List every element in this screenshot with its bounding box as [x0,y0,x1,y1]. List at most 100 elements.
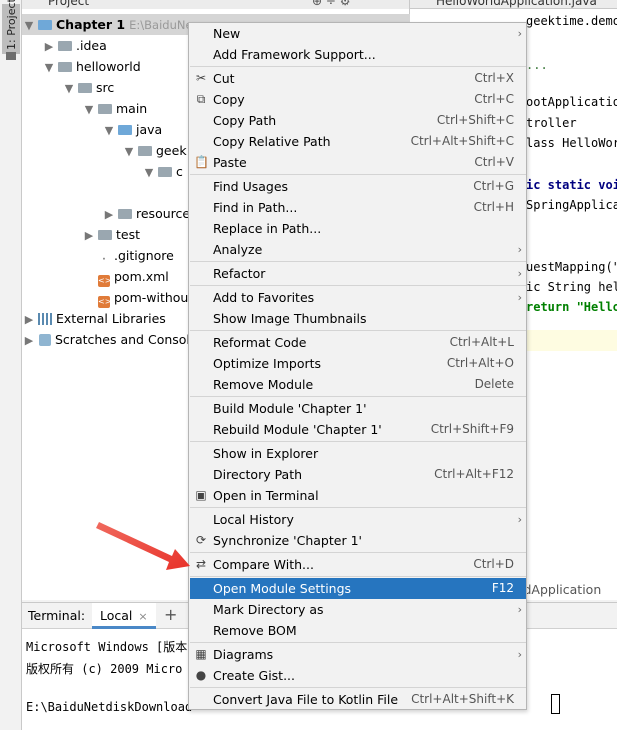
tree-item[interactable]: ▼ src [22,77,114,98]
menu-item-shortcut: Ctrl+C [474,92,514,106]
code-line[interactable]: ... [526,58,548,72]
code-line[interactable]: uestMapping(" [526,260,617,274]
editor-breadcrumb[interactable]: ldApplication [520,582,601,597]
folder-icon [158,167,172,177]
code-line[interactable]: ic String hel [526,280,617,294]
tree-item[interactable]: <> pom.xml [22,266,169,287]
gear-icon[interactable]: ⊕ ÷ ⚙ [312,0,351,8]
menu-item-label: Rebuild Module 'Chapter 1' [213,422,382,437]
menu-item-find-usages[interactable]: Find Usages Ctrl+G [190,176,526,197]
tree-item-label: pom.xml [114,269,169,284]
tree-item[interactable]: ▼ helloworld [22,56,141,77]
code-line[interactable]: troller [526,116,577,130]
menu-item-create-gist[interactable]: ● Create Gist... [190,665,526,686]
menu-item-open-module-settings[interactable]: Open Module Settings F12 [190,578,526,599]
menu-item-add-to-favorites[interactable]: Add to Favorites › [190,287,526,308]
chevron-down-icon[interactable]: ▼ [104,120,114,141]
menu-item-remove-bom[interactable]: Remove BOM [190,620,526,641]
current-line-highlight [522,330,617,351]
chevron-right-icon[interactable]: ▶ [24,330,34,351]
chevron-right-icon[interactable]: ▶ [44,36,54,57]
menu-item-show-in-explorer[interactable]: Show in Explorer [190,443,526,464]
menu-separator [190,441,526,442]
tree-item[interactable]: ▶ Scratches and Consol [22,329,190,350]
menu-item-rebuild-module-chapter-1[interactable]: Rebuild Module 'Chapter 1' Ctrl+Shift+F9 [190,419,526,440]
menu-item-cut[interactable]: ✂ Cut Ctrl+X [190,68,526,89]
tree-item[interactable]: ▼ java [22,119,162,140]
menu-item-optimize-imports[interactable]: Optimize Imports Ctrl+Alt+O [190,353,526,374]
menu-item-label: Optimize Imports [213,356,322,371]
code-line[interactable]: ic static voi [526,178,617,192]
menu-item-new[interactable]: New › [190,23,526,44]
tree-item[interactable]: ▶ .idea [22,35,107,56]
folder-icon [98,230,112,240]
left-tool-strip: 1: Project [0,0,22,730]
chevron-right-icon[interactable]: ▶ [104,204,114,225]
menu-item-label: Analyze [213,242,263,257]
menu-item-label: Mark Directory as [213,602,324,617]
chevron-down-icon[interactable]: ▼ [124,141,134,162]
tree-item[interactable]: · .gitignore [22,245,174,266]
menu-item-shortcut: Delete [474,377,514,391]
menu-item-local-history[interactable]: Local History › [190,509,526,530]
chevron-down-icon[interactable]: ▼ [44,57,54,78]
menu-item-copy-relative-path[interactable]: Copy Relative Path Ctrl+Alt+Shift+C [190,131,526,152]
tree-item[interactable]: ▼ c [22,161,183,182]
menu-item-diagrams[interactable]: ▦ Diagrams › [190,644,526,665]
menu-item-shortcut: Ctrl+V [474,155,514,169]
xml-file-icon: <> [98,275,112,287]
menu-item-refactor[interactable]: Refactor › [190,263,526,284]
menu-item-show-image-thumbnails[interactable]: Show Image Thumbnails [190,308,526,329]
chevron-down-icon[interactable]: ▼ [144,162,154,183]
tree-item-label: src [96,80,115,95]
chevron-down-icon[interactable]: ▼ [24,15,34,36]
editor-tab[interactable]: HelloWorldApplication.java [410,0,617,9]
code-line[interactable]: SpringApplica [526,198,617,212]
menu-item-remove-module[interactable]: Remove Module Delete [190,374,526,395]
tree-item[interactable]: ▼ geek [22,140,187,161]
code-line[interactable]: return "Hello [526,300,617,314]
menu-item-label: Synchronize 'Chapter 1' [213,533,362,548]
menu-separator [190,285,526,286]
tree-item[interactable]: ▶ resource [22,203,190,224]
menu-item-mark-directory-as[interactable]: Mark Directory as › [190,599,526,620]
source-folder-icon [38,20,52,30]
code-line[interactable]: ootApplication [526,95,617,109]
menu-item-reformat-code[interactable]: Reformat Code Ctrl+Alt+L [190,332,526,353]
menu-item-paste[interactable]: 📋 Paste Ctrl+V [190,152,526,173]
menu-item-label: Show in Explorer [213,446,319,461]
code-line[interactable]: lass HelloWor [526,136,617,150]
tree-item[interactable]: <> pom-without-p [22,287,206,308]
menu-item-directory-path[interactable]: Directory Path Ctrl+Alt+F12 [190,464,526,485]
chevron-right-icon[interactable]: ▶ [24,309,34,330]
menu-item-build-module-chapter-1[interactable]: Build Module 'Chapter 1' [190,398,526,419]
terminal-tab-local[interactable]: Local × [92,603,156,629]
tree-item[interactable]: ▶ External Libraries [22,308,166,329]
tree-item[interactable]: ▶ test [22,224,140,245]
terminal-cursor[interactable] [551,694,560,714]
menu-item-synchronize-chapter-1[interactable]: ⟳ Synchronize 'Chapter 1' [190,530,526,551]
menu-item-copy-path[interactable]: Copy Path Ctrl+Shift+C [190,110,526,131]
chevron-right-icon[interactable]: ▶ [84,225,94,246]
menu-item-open-in-terminal[interactable]: ▣ Open in Terminal [190,485,526,506]
menu-item-replace-in-path[interactable]: Replace in Path... [190,218,526,239]
chevron-right-icon: › [517,648,522,661]
project-tool-tab[interactable]: 1: Project [2,0,20,54]
menu-item-analyze[interactable]: Analyze › [190,239,526,260]
tree-item[interactable]: ▼ main [22,98,147,119]
menu-item-find-in-path[interactable]: Find in Path... Ctrl+H [190,197,526,218]
xml-file-icon: <> [98,296,112,308]
menu-item-convert-java-file-to-kotlin-file[interactable]: Convert Java File to Kotlin File Ctrl+Alt… [190,689,526,710]
code-line[interactable]: geektime.demo [526,14,617,28]
copy-icon: ⧉ [196,92,206,106]
menu-item-add-framework-support[interactable]: Add Framework Support... [190,44,526,65]
scratch-icon [39,334,51,346]
chevron-down-icon[interactable]: ▼ [64,78,74,99]
menu-item-compare-with[interactable]: ⇄ Compare With... Ctrl+D [190,554,526,575]
chevron-down-icon[interactable]: ▼ [84,99,94,120]
add-terminal-button[interactable]: + [164,605,177,624]
menu-item-copy[interactable]: ⧉ Copy Ctrl+C [190,89,526,110]
tree-item-label: helloworld [76,59,141,74]
menu-item-label: Paste [213,155,247,170]
close-icon[interactable]: × [138,610,147,623]
